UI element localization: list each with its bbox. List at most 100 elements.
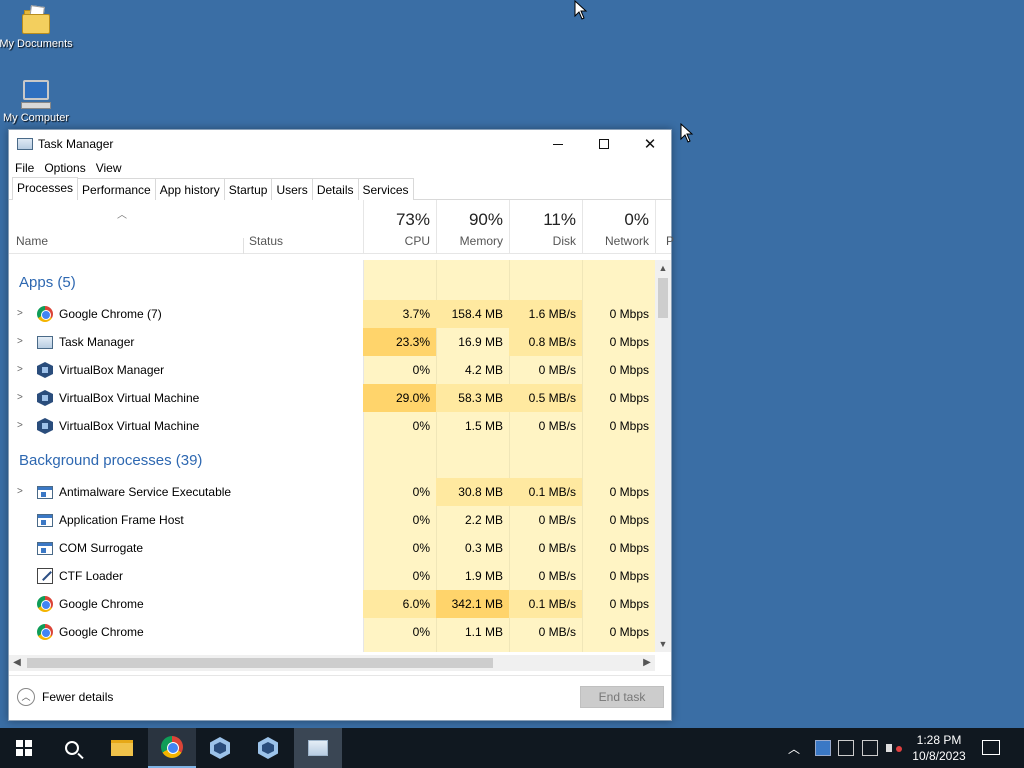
process-name: COM Surrogate <box>59 541 144 555</box>
desktop-icon-my-computer[interactable]: My Computer <box>0 78 74 124</box>
search-button[interactable] <box>48 728 96 768</box>
process-disk: 0.8 MB/s <box>509 328 582 356</box>
virtualbox-icon <box>258 737 278 759</box>
tab-services[interactable]: Services <box>357 178 414 200</box>
virtualbox-icon <box>37 390 53 406</box>
process-row[interactable]: > VirtualBox Manager 0% 4.2 MB 0 MB/s 0 Mbps <box>9 356 655 384</box>
tab-app-history[interactable]: App history <box>154 178 225 200</box>
menu-bar: File Options View <box>9 158 671 178</box>
app-window-icon <box>37 486 53 499</box>
process-net: 0 Mbps <box>609 513 649 527</box>
column-cpu[interactable]: 73% CPU <box>363 200 436 254</box>
tab-details[interactable]: Details <box>311 178 359 200</box>
process-disk: 0 MB/s <box>538 541 576 555</box>
minimize-button[interactable] <box>535 130 581 158</box>
footer: ︿ Fewer details End task <box>9 675 671 720</box>
network-icon[interactable] <box>862 740 878 756</box>
process-disk: 0.5 MB/s <box>509 384 582 412</box>
column-disk[interactable]: 11% Disk <box>509 200 582 254</box>
process-mem: 2.2 MB <box>464 513 503 527</box>
minimize-icon <box>553 143 563 145</box>
process-row[interactable]: Application Frame Host 0% 2.2 MB 0 MB/s 0 Mb… <box>9 506 655 534</box>
scroll-thumb[interactable] <box>658 278 668 318</box>
group-apps[interactable]: Apps (5) <box>19 274 76 291</box>
fewer-details-label: Fewer details <box>42 690 114 704</box>
process-mem: 342.1 MB <box>436 590 509 618</box>
expand-chevron-icon[interactable]: > <box>17 392 23 403</box>
end-task-button[interactable]: End task <box>580 686 664 708</box>
taskbar-virtualbox-1[interactable] <box>196 728 244 768</box>
menu-view[interactable]: View <box>94 158 130 178</box>
maximize-button[interactable] <box>581 130 627 158</box>
vertical-scrollbar[interactable]: ▲ ▼ <box>655 260 671 652</box>
process-row[interactable]: > Google Chrome (7) 3.7% 158.4 MB 1.6 MB/s 0 … <box>9 300 655 328</box>
tray-security-icon[interactable] <box>838 740 854 756</box>
taskbar-virtualbox-2[interactable] <box>244 728 292 768</box>
group-background[interactable]: Background processes (39) <box>19 452 202 469</box>
scroll-up-icon[interactable]: ▲ <box>655 260 671 276</box>
expand-chevron-icon[interactable]: > <box>17 420 23 431</box>
process-disk: 0 MB/s <box>538 513 576 527</box>
column-power-partial[interactable]: P <box>655 200 674 254</box>
column-header: ︿ Name Status 73% CPU 90% Memory 11% Dis… <box>9 200 674 254</box>
show-hidden-icons-chevron-icon[interactable]: ︿ <box>788 728 808 768</box>
scroll-down-icon[interactable]: ▼ <box>655 636 671 652</box>
process-row[interactable]: > VirtualBox Virtual Machine 29.0% 58.3 MB 0… <box>9 384 655 412</box>
scroll-left-icon[interactable]: ◀ <box>9 655 25 671</box>
expand-chevron-icon[interactable]: > <box>17 486 23 497</box>
memory-total: 90% <box>468 210 503 229</box>
process-row[interactable]: > Antimalware Service Executable 0% 30.8 MB… <box>9 478 655 506</box>
maximize-icon <box>599 139 609 149</box>
title-bar[interactable]: Task Manager ✕ <box>9 130 671 158</box>
horizontal-scrollbar[interactable]: ◀ ▶ <box>9 655 655 671</box>
clock-time: 1:28 PM <box>916 733 962 747</box>
ctf-loader-icon <box>37 568 53 584</box>
process-row[interactable]: > Task Manager 23.3% 16.9 MB 0.8 MB/s 0 Mbps <box>9 328 655 356</box>
clock[interactable]: 1:28 PM 10/8/2023 <box>908 732 970 764</box>
tab-users[interactable]: Users <box>271 178 313 200</box>
menu-options[interactable]: Options <box>42 158 93 178</box>
taskbar-chrome[interactable] <box>148 728 196 768</box>
process-row[interactable]: Google Chrome 6.0% 342.1 MB 0.1 MB/s 0 Mbps <box>9 590 655 618</box>
mouse-cursor-icon <box>574 0 588 20</box>
process-row[interactable]: COM Surrogate 0% 0.3 MB 0 MB/s 0 Mbps <box>9 534 655 562</box>
expand-chevron-icon[interactable]: > <box>17 336 23 347</box>
column-network[interactable]: 0% Network <box>582 200 655 254</box>
task-manager-icon <box>308 740 328 756</box>
process-name: Google Chrome <box>59 625 144 639</box>
tab-processes[interactable]: Processes <box>12 177 79 200</box>
column-status[interactable]: Status <box>249 234 283 248</box>
clock-date: 10/8/2023 <box>912 749 966 763</box>
tray-app-icon[interactable] <box>815 740 831 756</box>
tab-performance[interactable]: Performance <box>77 178 156 200</box>
taskbar-file-explorer[interactable] <box>98 728 146 768</box>
volume-muted-icon[interactable] <box>886 740 902 756</box>
chevron-up-icon: ︿ <box>17 688 35 706</box>
expand-chevron-icon[interactable]: > <box>17 364 23 375</box>
folder-icon <box>111 740 133 756</box>
fewer-details-button[interactable]: ︿ Fewer details <box>17 688 113 706</box>
process-mem: 0.3 MB <box>464 541 503 555</box>
my-computer-icon <box>20 78 52 110</box>
scroll-right-icon[interactable]: ▶ <box>639 655 655 671</box>
desktop-icon-my-documents[interactable]: My Documents <box>0 4 74 50</box>
task-manager-icon <box>37 336 53 349</box>
process-row[interactable]: Google Chrome 0% 1.1 MB 0 MB/s 0 Mbps <box>9 618 655 646</box>
tab-startup[interactable]: Startup <box>223 178 273 200</box>
start-button[interactable] <box>0 728 48 768</box>
process-row[interactable]: CTF Loader 0% 1.9 MB 0 MB/s 0 Mbps <box>9 562 655 590</box>
notifications-icon[interactable] <box>982 740 1000 755</box>
menu-file[interactable]: File <box>15 158 42 178</box>
process-row[interactable]: > VirtualBox Virtual Machine 0% 1.5 MB 0 MB/… <box>9 412 655 440</box>
column-name[interactable]: Name <box>16 234 48 248</box>
expand-chevron-icon[interactable]: > <box>17 308 23 319</box>
virtualbox-icon <box>37 362 53 378</box>
scroll-thumb[interactable] <box>27 658 493 668</box>
desktop-icon-label: My Computer <box>2 112 70 124</box>
taskbar-task-manager[interactable] <box>294 728 342 768</box>
column-memory[interactable]: 90% Memory <box>436 200 509 254</box>
close-button[interactable]: ✕ <box>627 130 673 158</box>
process-net: 0 Mbps <box>609 485 649 499</box>
window-title: Task Manager <box>38 137 114 151</box>
process-cpu: 0% <box>412 419 430 433</box>
